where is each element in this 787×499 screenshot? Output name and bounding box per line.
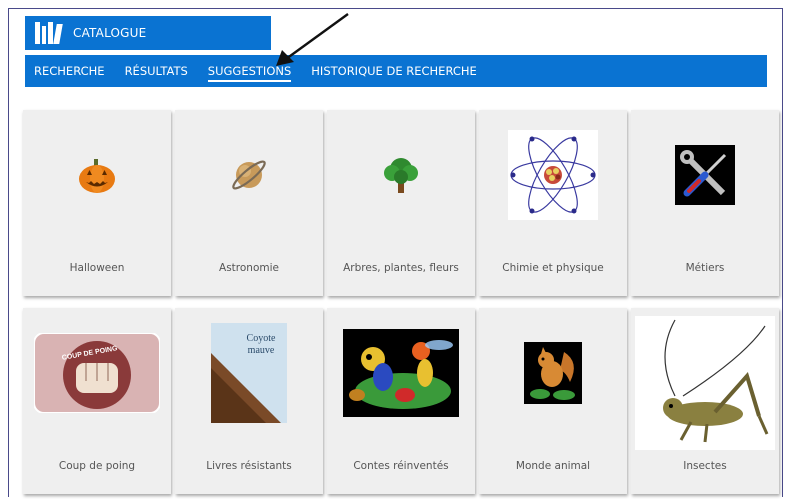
card-label: Métiers	[685, 262, 725, 274]
card-astronomie[interactable]: Astronomie	[175, 110, 323, 296]
insects-cartoon-icon	[343, 329, 459, 417]
nav-historique[interactable]: HISTORIQUE DE RECHERCHE	[311, 64, 477, 78]
card-coup-de-poing[interactable]: COUP DE POING Coup de poing	[23, 308, 171, 494]
books-icon	[35, 22, 63, 44]
card-label: Astronomie	[219, 262, 279, 274]
card-contes[interactable]: Contes réinventés	[327, 308, 475, 494]
book-cover-icon: Coyote mauve	[211, 323, 287, 423]
atom-icon	[508, 130, 598, 220]
card-arbres[interactable]: Arbres, plantes, fleurs	[327, 110, 475, 296]
card-label: Monde animal	[515, 460, 591, 472]
card-label: Arbres, plantes, fleurs	[343, 262, 459, 274]
card-halloween[interactable]: Halloween	[23, 110, 171, 296]
card-label: Coup de poing	[58, 460, 136, 472]
card-label: Livres résistants	[206, 460, 292, 472]
card-livres-resistants[interactable]: Coyote mauve Livres résistants	[175, 308, 323, 494]
tree-icon	[384, 158, 418, 193]
card-insectes[interactable]: Insectes	[631, 308, 779, 494]
card-chimie[interactable]: Chimie et physique	[479, 110, 627, 296]
book-cover-title-1: Coyote	[247, 333, 276, 344]
tools-icon	[675, 145, 735, 205]
cricket-icon	[635, 316, 775, 450]
fist-icon: COUP DE POING	[34, 333, 160, 413]
planet-icon	[232, 160, 266, 190]
main-nav: RECHERCHE RÉSULTATS SUGGESTIONS HISTORIQ…	[25, 55, 767, 87]
catalogue-title: CATALOGUE	[73, 26, 147, 40]
nav-recherche[interactable]: RECHERCHE	[34, 64, 105, 78]
card-monde-animal[interactable]: Monde animal	[479, 308, 627, 494]
nav-resultats[interactable]: RÉSULTATS	[125, 64, 188, 78]
nav-suggestions[interactable]: SUGGESTIONS	[207, 64, 292, 82]
card-label: Chimie et physique	[502, 262, 604, 274]
card-label: Halloween	[69, 262, 125, 274]
squirrel-icon	[524, 342, 582, 404]
catalogue-tab[interactable]: CATALOGUE	[25, 16, 271, 50]
card-label: Insectes	[683, 460, 727, 472]
pumpkin-icon	[79, 159, 115, 193]
book-cover-title-2: mauve	[248, 345, 275, 356]
card-label: Contes réinventés	[353, 460, 449, 472]
card-metiers[interactable]: Métiers	[631, 110, 779, 296]
